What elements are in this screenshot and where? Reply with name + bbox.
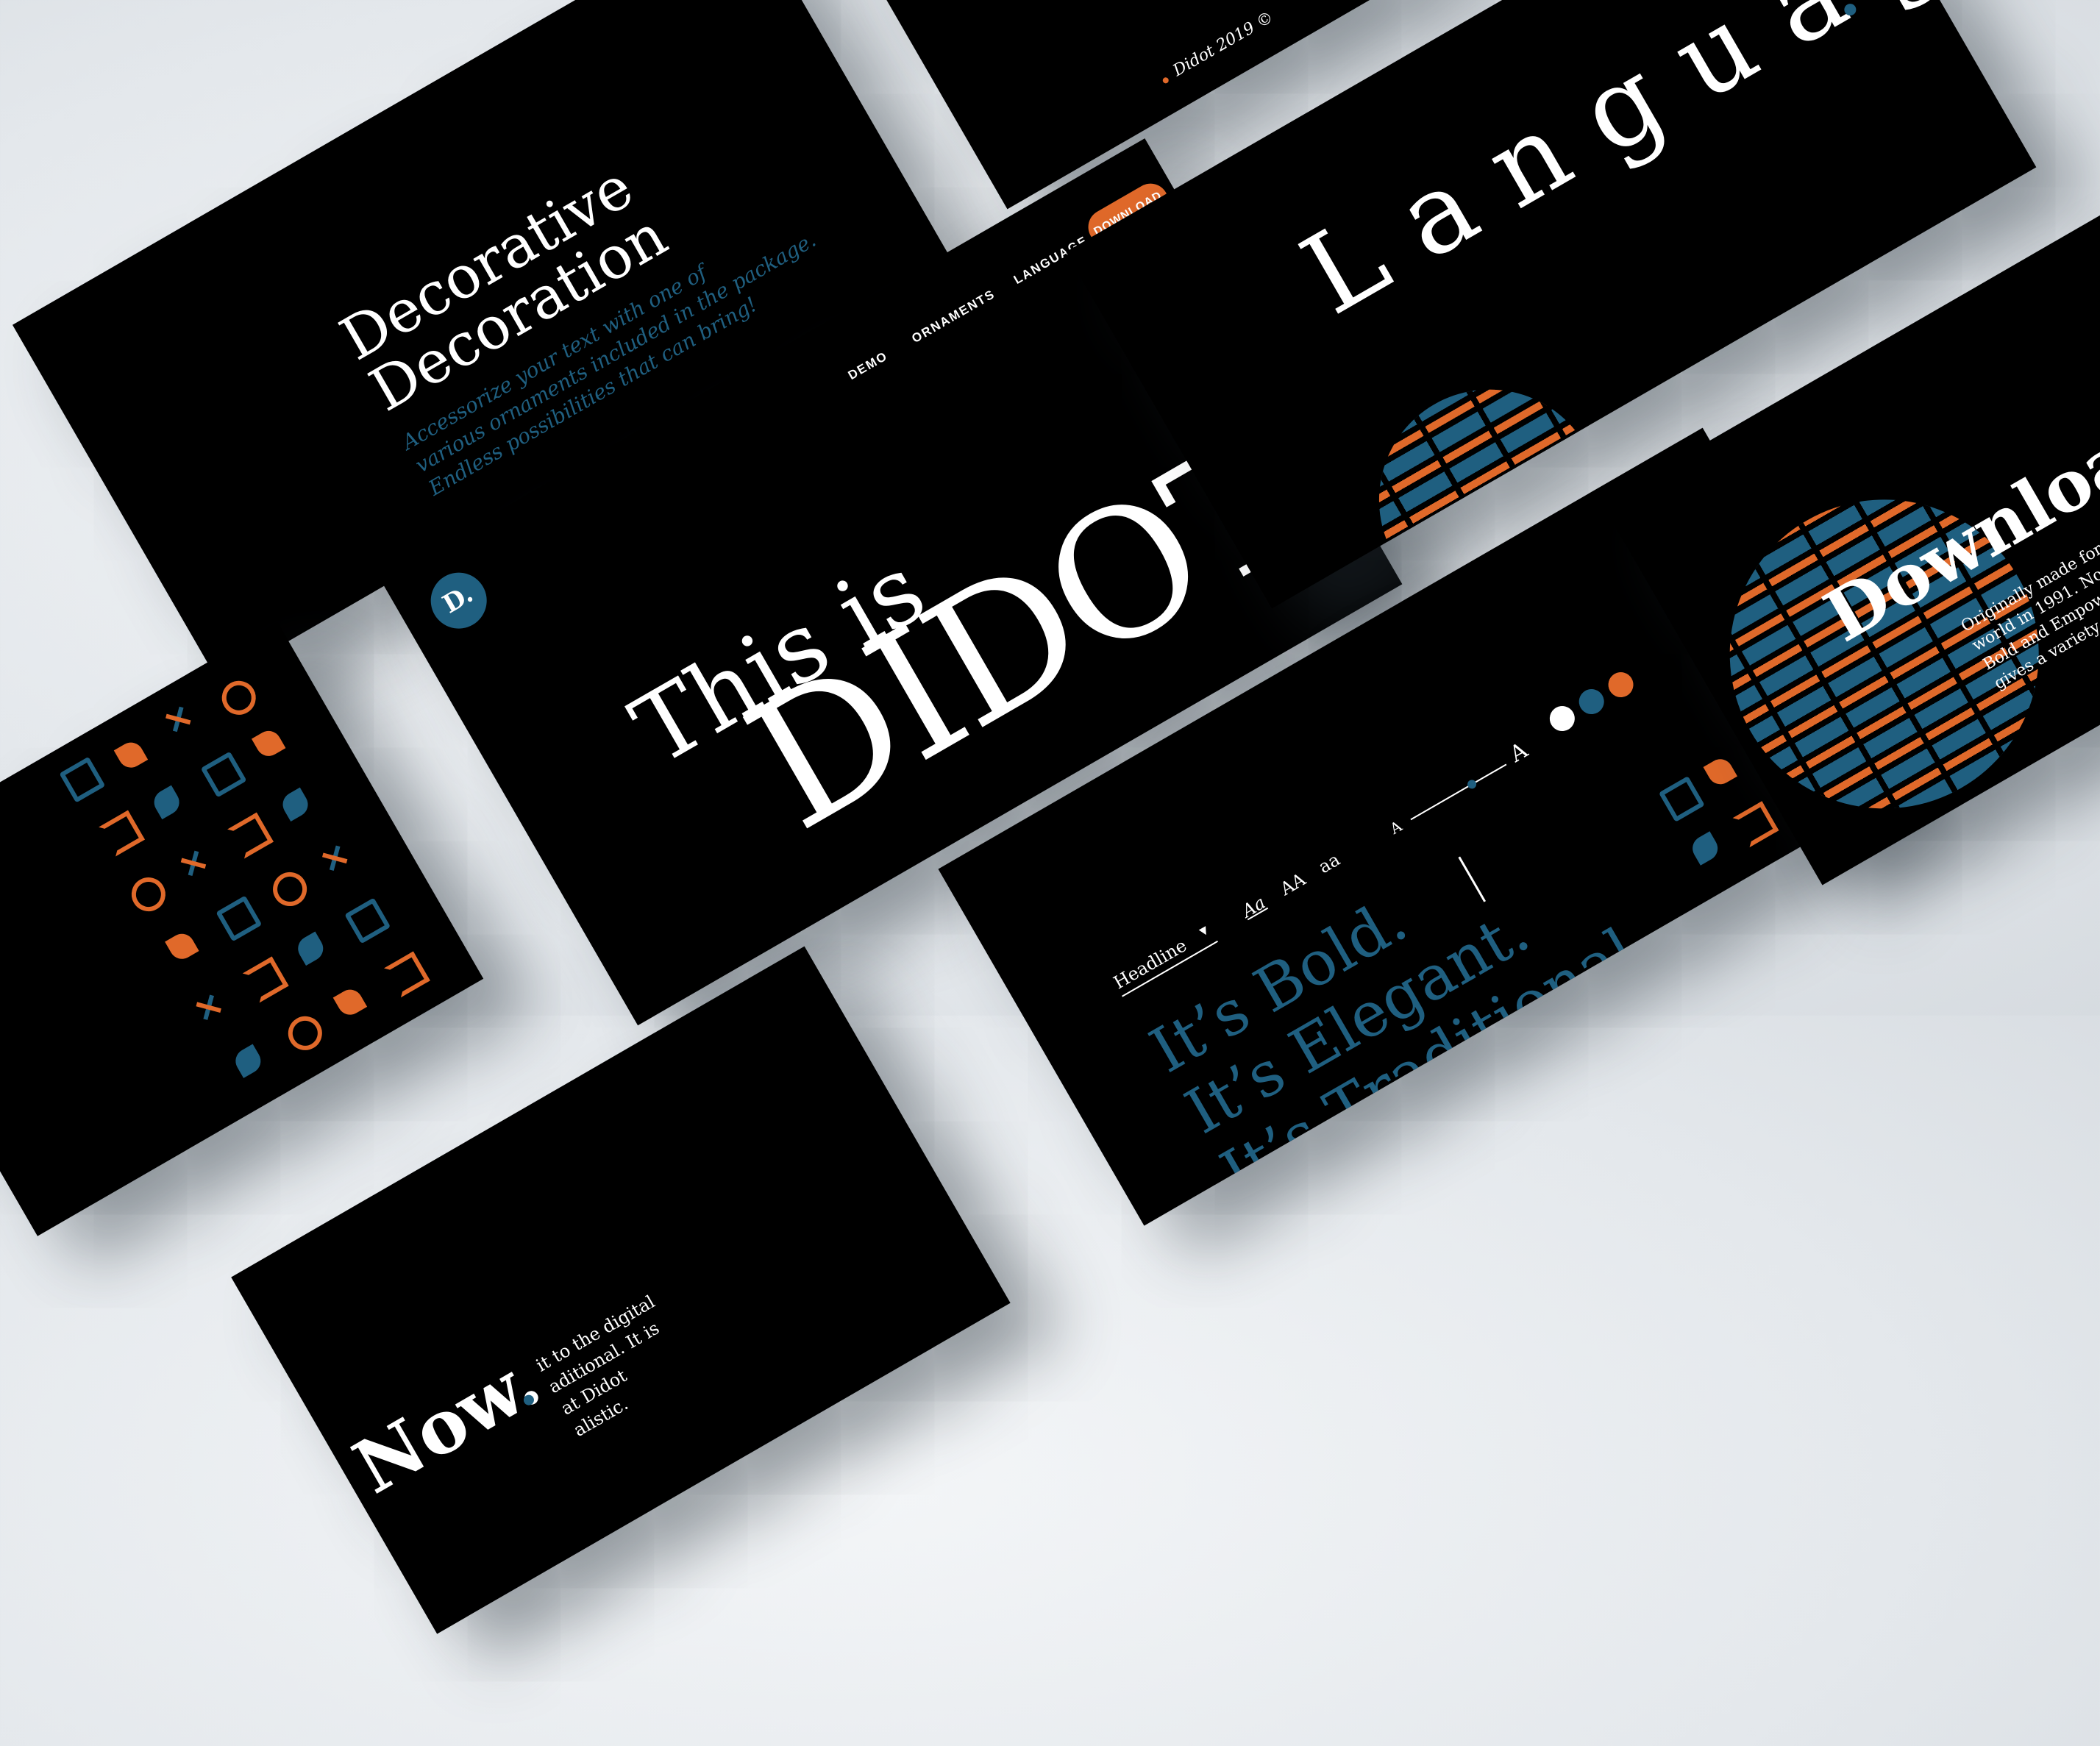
case-option-upper[interactable]: AA [1277,869,1309,899]
nav-ornaments[interactable]: ORNAMENTS [909,287,997,346]
size-min-label: A [1387,816,1405,838]
logo-label: D. [438,579,479,620]
ornament-pattern-slide [0,621,484,1236]
footer-dot [1161,76,1170,85]
size-max-label: A [1505,737,1533,768]
ornament-pattern [0,622,483,1236]
text-cursor [1458,856,1487,902]
size-slider[interactable] [1410,763,1507,821]
chevron-down-icon: ▼ [1197,924,1211,938]
language-title: Language [1281,0,2037,340]
style-select[interactable]: Headline ▼ [1109,919,1218,997]
swatch-blue[interactable] [1574,684,1609,719]
swatch-orange[interactable] [1604,667,1638,702]
nav-demo[interactable]: DEMO [846,349,891,383]
style-select-value: Headline [1110,935,1191,994]
logo-badge[interactable]: D. [420,562,497,639]
case-option-title[interactable]: Aa [1239,892,1269,922]
size-slider-handle[interactable] [1465,778,1478,791]
swatch-white[interactable] [1545,701,1580,736]
copyright-text: Didot 2019 © [1170,8,1277,81]
case-option-lower[interactable]: aa [1315,849,1344,877]
bottom-left-title: Now. [339,1336,555,1511]
